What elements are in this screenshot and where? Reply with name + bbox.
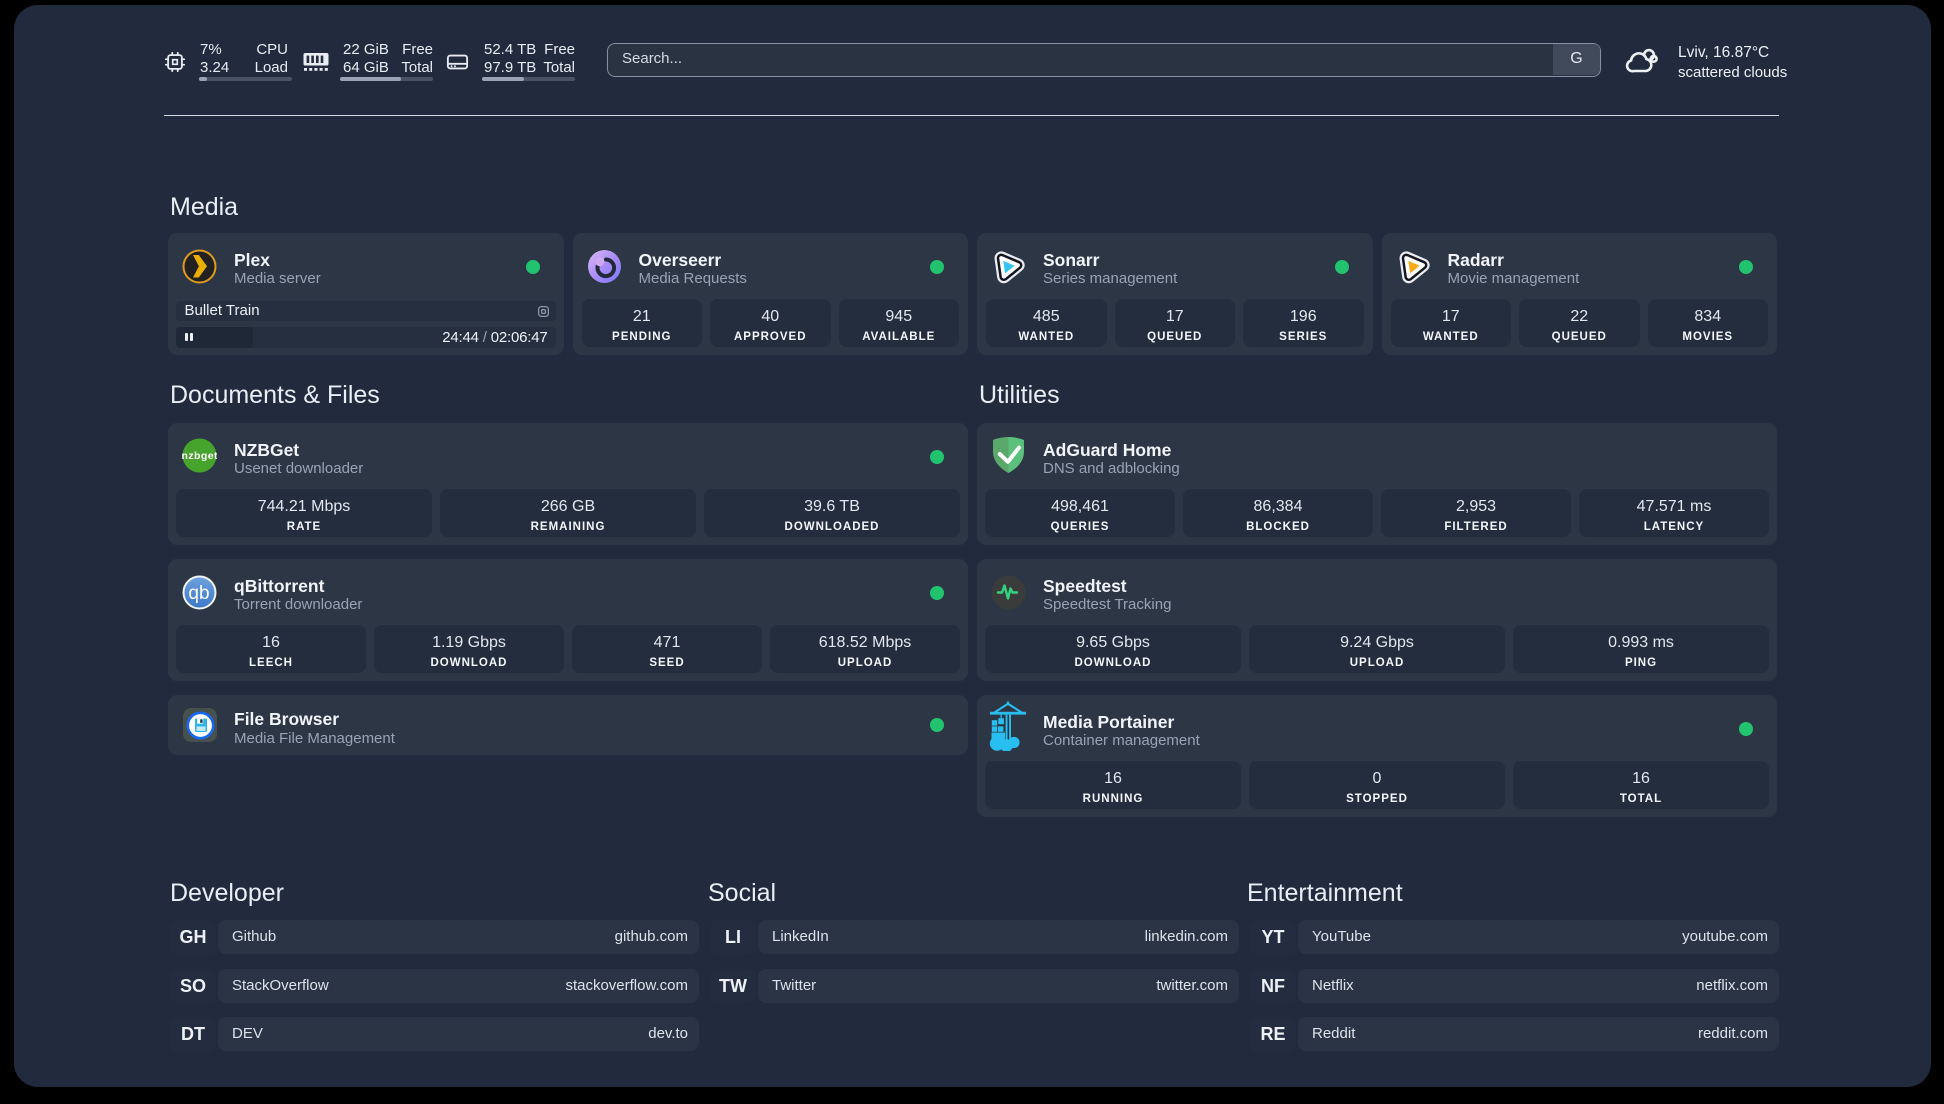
svg-text:qb: qb xyxy=(188,583,209,604)
svg-text:nzbget: nzbget xyxy=(182,450,217,462)
